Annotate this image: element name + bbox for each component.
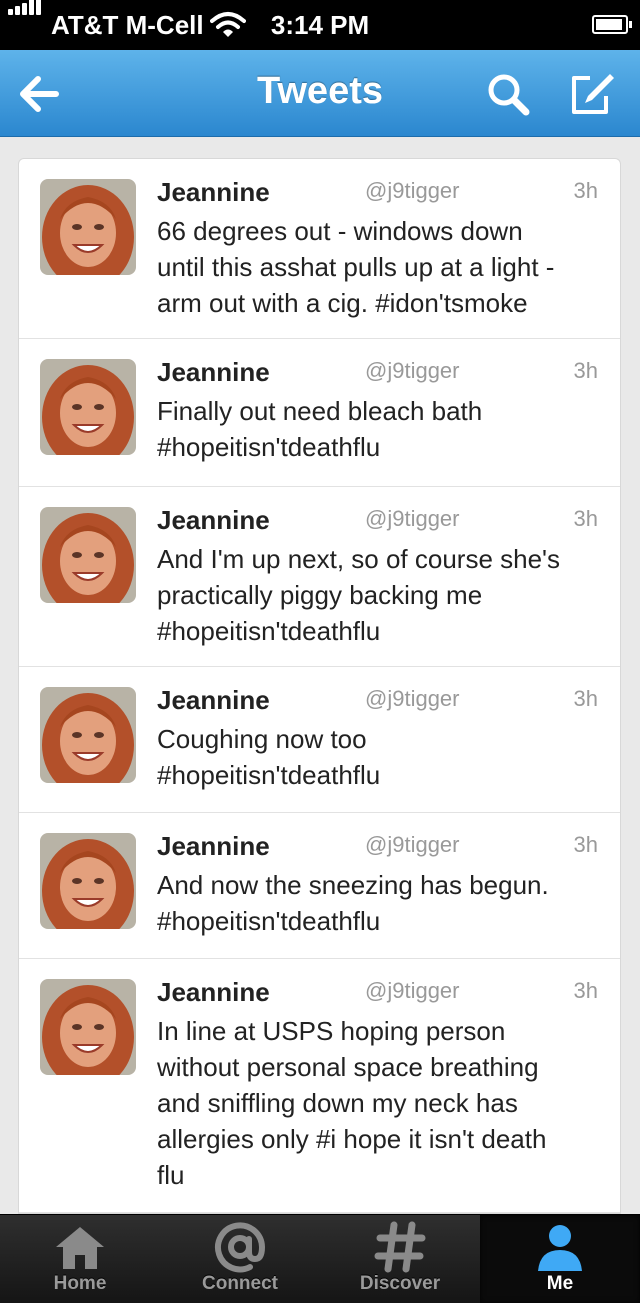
tweet-text-line: In line at USPS hoping person <box>157 1016 506 1046</box>
tweet-text: 66 degrees out - windows down until this… <box>157 213 607 321</box>
person-icon <box>538 1225 582 1271</box>
tweet-text-line: Finally out need bleach bath <box>157 396 483 426</box>
tweet-text: And I'm up next, so of course she's prac… <box>157 541 607 649</box>
tweet-author-handle: @j9tigger <box>365 686 460 711</box>
at-sign-icon <box>215 1222 266 1273</box>
hashtag-icon <box>374 1221 426 1273</box>
tweet-item[interactable]: Jeannine @j9tigger 3h Coughing now too #… <box>19 667 620 813</box>
tweet-item[interactable]: Jeannine @j9tigger 3h And I'm up next, s… <box>19 487 620 667</box>
tweet-text-line: 66 degrees out - windows down <box>157 216 523 246</box>
tab-label: Home <box>53 1273 107 1294</box>
tweet-timestamp: 3h <box>573 178 598 203</box>
tweet-feed[interactable]: Jeannine @j9tigger 3h 66 degrees out - w… <box>18 158 621 1214</box>
tweet-text-line: until this asshat pulls up at a light - <box>157 252 555 282</box>
tweet-text-line: allergies only #i hope it isn't death <box>157 1124 547 1154</box>
tweet-text: In line at USPS hoping person without pe… <box>157 1013 607 1193</box>
tweet-author-name[interactable]: Jeannine <box>157 831 270 862</box>
tweet-author-name[interactable]: Jeannine <box>157 685 270 716</box>
tab-me[interactable]: Me <box>480 1215 640 1303</box>
tweet-timestamp: 3h <box>573 978 598 1003</box>
tab-label: Connect <box>202 1273 278 1294</box>
tweet-author-handle: @j9tigger <box>365 178 460 203</box>
tweet-text-line: And I'm up next, so of course she's <box>157 544 561 574</box>
tweet-author-handle: @j9tigger <box>365 358 460 383</box>
tweet-timestamp: 3h <box>573 358 598 383</box>
status-time: 3:14 PM <box>270 10 370 40</box>
tweet-text: Finally out need bleach bath #hopeitisn'… <box>157 393 607 465</box>
tweet-text-line: arm out with a cig. #idon'tsmoke <box>157 288 528 318</box>
tweet-item[interactable]: Jeannine @j9tigger 3h Finally out need b… <box>19 339 620 487</box>
tweet-author-name[interactable]: Jeannine <box>157 977 270 1008</box>
home-icon <box>56 1227 104 1269</box>
tweet-timestamp: 3h <box>573 832 598 857</box>
tweet-text-line: without personal space breathing <box>157 1052 539 1082</box>
tweet-item[interactable]: Jeannine @j9tigger 3h 66 degrees out - w… <box>19 159 620 339</box>
battery-icon <box>592 15 632 34</box>
tweet-text-line: #hopeitisn'tdeathflu <box>157 760 381 790</box>
tweet-text: And now the sneezing has begun. #hopeiti… <box>157 867 607 939</box>
tweet-text-line: And now the sneezing has begun. <box>157 870 549 900</box>
search-icon[interactable] <box>482 68 534 120</box>
tweet-author-handle: @j9tigger <box>365 506 460 531</box>
tweet-text: Coughing now too #hopeitisn'tdeathflu <box>157 721 607 793</box>
tweet-timestamp: 3h <box>573 686 598 711</box>
tab-label: Discover <box>359 1273 441 1294</box>
avatar[interactable] <box>40 979 136 1075</box>
avatar[interactable] <box>40 507 136 603</box>
avatar[interactable] <box>40 687 136 783</box>
tweet-text-line: #hopeitisn'tdeathflu <box>157 616 381 646</box>
avatar[interactable] <box>40 179 136 275</box>
tweet-author-handle: @j9tigger <box>365 978 460 1003</box>
tweet-author-handle: @j9tigger <box>365 832 460 857</box>
tweet-text-line: #hopeitisn'tdeathflu <box>157 906 381 936</box>
tweet-author-name[interactable]: Jeannine <box>157 357 270 388</box>
avatar[interactable] <box>40 359 136 455</box>
tweet-item[interactable]: Jeannine @j9tigger 3h And now the sneezi… <box>19 813 620 959</box>
tweet-author-name[interactable]: Jeannine <box>157 177 270 208</box>
tweet-timestamp: 3h <box>573 506 598 531</box>
tab-label: Me <box>546 1273 574 1294</box>
tab-discover[interactable]: Discover <box>320 1215 480 1303</box>
tab-bar: Home Connect Discover Me <box>0 1214 640 1303</box>
tweet-text-line: flu <box>157 1160 185 1190</box>
avatar[interactable] <box>40 833 136 929</box>
tweet-text-line: practically piggy backing me <box>157 580 483 610</box>
tab-connect[interactable]: Connect <box>160 1215 320 1303</box>
tweet-text-line: and sniffling down my neck has <box>157 1088 518 1118</box>
status-bar: AT&T M-Cell 3:14 PM <box>0 0 640 50</box>
navigation-bar: Tweets <box>0 50 640 137</box>
tweet-author-name[interactable]: Jeannine <box>157 505 270 536</box>
tweet-item[interactable]: Jeannine @j9tigger 3h In line at USPS ho… <box>19 959 620 1213</box>
tweet-text-line: Coughing now too <box>157 724 367 754</box>
compose-icon[interactable] <box>566 68 618 120</box>
tweet-text-line: #hopeitisn'tdeathflu <box>157 432 381 462</box>
tab-home[interactable]: Home <box>0 1215 160 1303</box>
page-title: Tweets <box>256 70 383 112</box>
